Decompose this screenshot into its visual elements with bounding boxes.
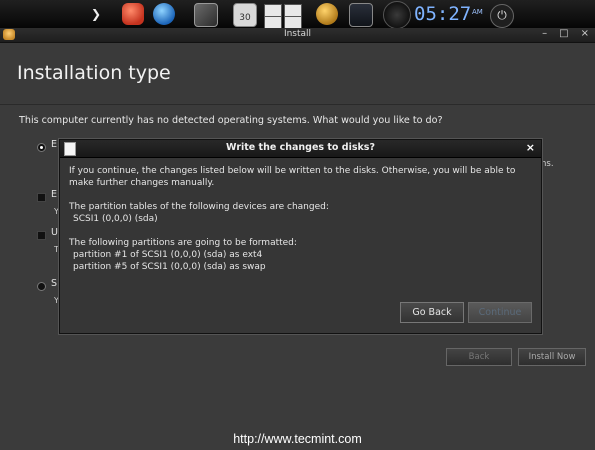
dialog-intro-line-1: If you continue, the changes listed belo…: [69, 166, 516, 176]
option-2-checkbox[interactable]: [37, 231, 46, 240]
workspace-switcher-icon[interactable]: [262, 3, 306, 29]
dialog-body: If you continue, the changes listed belo…: [69, 165, 535, 273]
minimize-icon[interactable]: –: [542, 28, 547, 39]
option-1-checkbox[interactable]: [37, 193, 46, 202]
close-icon[interactable]: ×: [581, 28, 589, 39]
window-controls: – □ ×: [530, 28, 589, 39]
option-0-trailing-text: ns.: [541, 159, 554, 169]
formatted-partition-item: partition #5 of SCSI1 (0,0,0) (sda) as s…: [73, 262, 266, 272]
option-0-radio[interactable]: [37, 143, 46, 152]
go-back-button[interactable]: Go Back: [400, 302, 464, 323]
option-3-label: S: [51, 278, 58, 289]
dialog-intro-line-2: make further changes manually.: [69, 178, 215, 188]
chevron-down-icon[interactable]: ❯: [88, 6, 104, 22]
dialog-title: Write the changes to disks?: [226, 142, 375, 153]
install-question: This computer currently has no detected …: [19, 115, 443, 126]
format-heading: The following partitions are going to be…: [69, 238, 297, 248]
dialog-close-icon[interactable]: ×: [526, 141, 535, 154]
window-title: Install: [283, 29, 312, 39]
maximize-icon[interactable]: □: [559, 28, 568, 39]
dialog-titlebar: Write the changes to disks? ×: [60, 140, 541, 158]
top-dock: ❯ 30 05:27 AM ⏻: [0, 0, 595, 29]
option-2-label: U: [51, 227, 58, 238]
option-3-radio[interactable]: [37, 282, 46, 291]
partition-table-item: SCSI1 (0,0,0) (sda): [73, 214, 158, 224]
option-0-label: E: [51, 139, 58, 150]
continue-button[interactable]: Continue: [468, 302, 532, 323]
clock-time: 05:27: [414, 3, 472, 25]
settings-tool-icon[interactable]: [316, 3, 338, 25]
app-launcher-icon[interactable]: [122, 3, 144, 25]
power-icon[interactable]: ⏻: [490, 4, 514, 28]
browser-globe-icon[interactable]: [153, 3, 175, 25]
header-divider: [0, 104, 595, 105]
option-1-label: E: [51, 189, 58, 200]
terminal-icon[interactable]: [349, 3, 373, 27]
window-titlebar: Install – □ ×: [0, 28, 595, 43]
watermark-url: http://www.tecmint.com: [233, 432, 362, 446]
write-changes-dialog: Write the changes to disks? × If you con…: [59, 139, 542, 334]
formatted-partition-item: partition #1 of SCSI1 (0,0,0) (sda) as e…: [73, 250, 263, 260]
partition-tables-heading: The partition tables of the following de…: [69, 202, 329, 212]
back-button[interactable]: Back: [446, 348, 512, 366]
photo-viewer-icon[interactable]: [194, 3, 218, 27]
calendar-icon[interactable]: 30: [233, 3, 257, 27]
system-monitor-icon[interactable]: [383, 1, 411, 29]
install-now-button[interactable]: Install Now: [518, 348, 586, 366]
clock-ampm: AM: [472, 8, 483, 16]
page-title: Installation type: [17, 62, 171, 84]
